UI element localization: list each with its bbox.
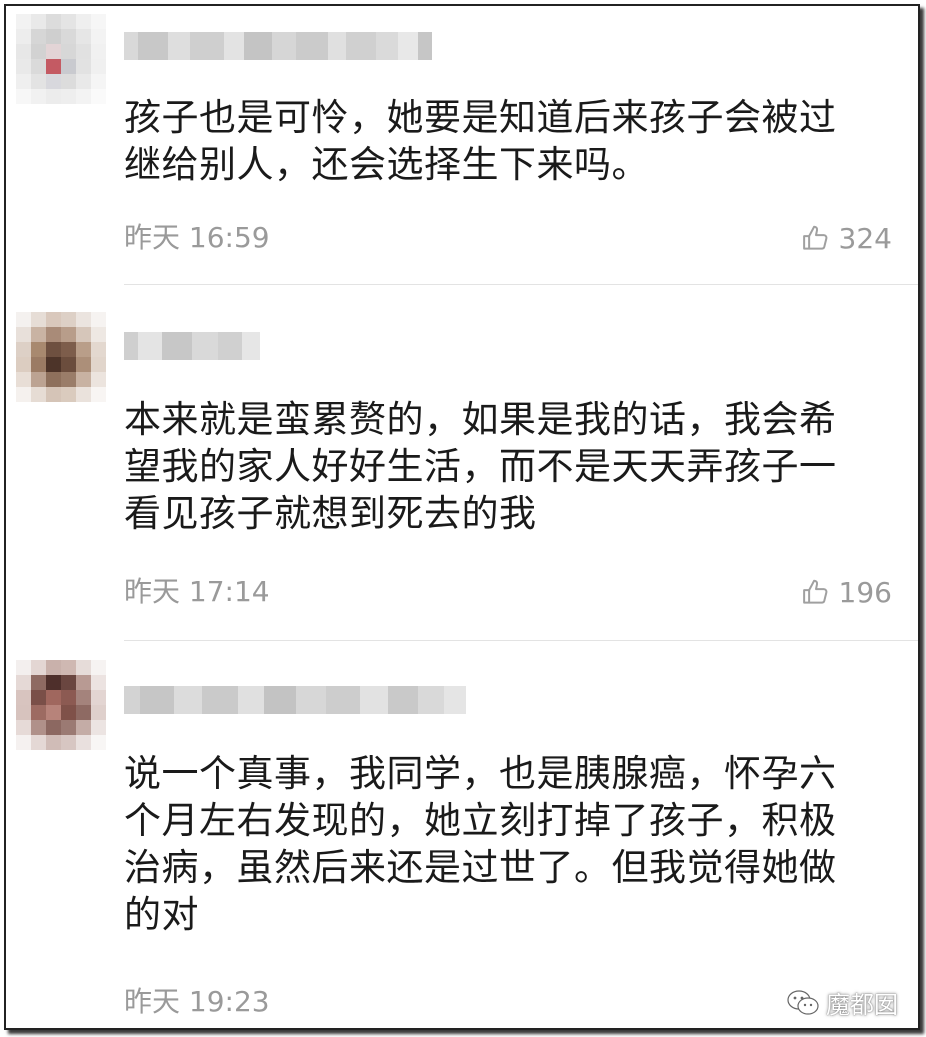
comment-text-line: 本来就是蛮累赘的，如果是我的话，我会希 [124,398,837,441]
comment-text-line: 个月左右发现的，她立刻打掉了孩子，积极 [124,799,837,842]
comment-timestamp: 昨天 19:23 [124,982,270,1022]
like-count: 324 [838,221,892,255]
avatar[interactable] [16,660,106,750]
comment-time: 16:59 [188,221,270,254]
like-button[interactable]: 196 [801,572,892,612]
comment-day: 昨天 [124,575,181,608]
comment-time: 17:14 [188,575,270,608]
comment-text: 说一个真事，我同学，也是胰腺癌，怀孕六 个月左右发现的，她立刻打掉了孩子，积极 … [124,750,894,938]
watermark-label: 魔都囡 [826,991,898,1019]
username-blurred[interactable] [124,686,466,714]
comment-text-line: 望我的家人好好生活，而不是天天弄孩子一 [124,445,837,488]
username-blurred[interactable] [124,32,432,60]
comment-day: 昨天 [124,985,181,1018]
comment-text-line: 的对 [124,893,199,936]
comment-text-line: 看见孩子就想到死去的我 [124,492,537,535]
comment-day: 昨天 [124,221,181,254]
avatar[interactable] [16,312,106,402]
thumbs-up-icon [802,579,827,604]
like-count: 196 [838,575,892,609]
comment-text-line: 继给别人，还会选择生下来吗。 [124,143,649,186]
comment-time: 19:23 [188,985,270,1018]
comment-text: 孩子也是可怜，她要是知道后来孩子会被过 继给别人，还会选择生下来吗。 [124,94,894,188]
comment-screenshot: 孩子也是可怜，她要是知道后来孩子会被过 继给别人，还会选择生下来吗。 昨天 16… [4,4,920,1030]
comment-text-line: 治病，虽然后来还是过世了。但我觉得她做 [124,846,837,889]
username-blurred[interactable] [124,332,260,360]
divider [124,284,918,285]
comment-text-line: 说一个真事，我同学，也是胰腺癌，怀孕六 [124,752,837,795]
like-button[interactable]: 324 [801,218,892,258]
comment-timestamp: 昨天 17:14 [124,572,270,612]
comment-timestamp: 昨天 16:59 [124,218,270,258]
divider [124,640,918,641]
comment-text-line: 孩子也是可怜，她要是知道后来孩子会被过 [124,96,837,139]
wechat-icon [787,989,819,1015]
thumbs-up-icon [802,225,827,250]
comment-text: 本来就是蛮累赘的，如果是我的话，我会希 望我的家人好好生活，而不是天天弄孩子一 … [124,396,894,537]
avatar[interactable] [16,14,106,104]
watermark: 魔都囡 [786,985,898,1020]
